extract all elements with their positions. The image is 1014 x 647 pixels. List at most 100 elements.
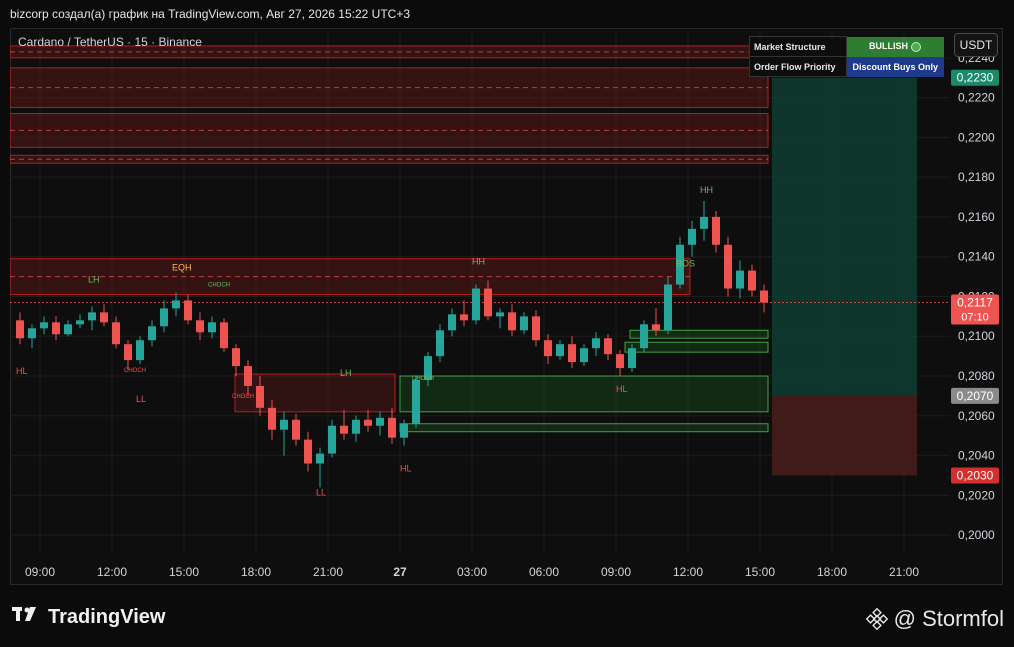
tradingview-mark-icon	[12, 606, 42, 629]
chart-header: bizcorp создал(а) график на TradingView.…	[10, 7, 411, 21]
candle-body	[124, 344, 132, 361]
candle-body	[484, 288, 492, 317]
candle-body	[100, 312, 108, 323]
candle-body	[748, 270, 756, 291]
candle-body	[592, 338, 600, 349]
author-watermark: @ Stormfol	[865, 606, 1004, 632]
candle-body	[688, 228, 696, 245]
x-tick-label: 09:00	[601, 565, 631, 579]
status-dot-icon	[911, 41, 921, 52]
candle-body	[628, 348, 636, 369]
candle-body	[508, 312, 516, 331]
candle-body	[208, 322, 216, 333]
candle-body	[724, 244, 732, 289]
demand-zone	[399, 375, 769, 413]
candle-body	[160, 308, 168, 327]
y-tick-label: 0,2020	[958, 488, 995, 502]
y-tick-label: 0,2040	[958, 449, 995, 463]
structure-label: HL	[616, 384, 628, 394]
candle-body	[232, 348, 240, 367]
candle-body	[16, 320, 24, 339]
candle-body	[184, 300, 192, 321]
x-tick-label: 12:00	[673, 565, 703, 579]
candle-body	[220, 322, 228, 349]
x-tick-label: 09:00	[25, 565, 55, 579]
candle-body	[640, 324, 648, 349]
y-tick-label: 0,2160	[958, 210, 995, 224]
candle-body	[40, 322, 48, 329]
candle-body	[292, 419, 300, 440]
candle-body	[136, 340, 144, 361]
candle-body	[580, 348, 588, 363]
order-flow-value: Discount Buys Only	[846, 56, 944, 77]
market-structure-value: BULLISH	[846, 36, 944, 57]
structure-label: EQH	[172, 263, 192, 273]
candle-body	[412, 379, 420, 424]
candle-body	[448, 314, 456, 331]
x-tick-label: 18:00	[817, 565, 847, 579]
binance-icon	[865, 608, 888, 630]
structure-label: LL	[316, 487, 326, 497]
x-tick-label: 21:00	[889, 565, 919, 579]
chart-canvas[interactable]: HL LH EQH CHOCH CHOCH LL CHOCH LH LL CHOCH HL HH HL H…	[10, 28, 1003, 585]
x-tick-label: 18:00	[241, 565, 271, 579]
candle-body	[664, 284, 672, 331]
candle-body	[112, 322, 120, 345]
symbol-label[interactable]: Cardano / TetherUS · 15 · Binance	[18, 35, 202, 49]
x-tick-label: 21:00	[313, 565, 343, 579]
y-tick-label: 0,2200	[958, 130, 995, 144]
demand-zone	[629, 329, 769, 339]
candle-body	[568, 344, 576, 363]
y-tick-label: 0,2220	[958, 91, 995, 105]
candle-body	[544, 340, 552, 357]
candle-body	[316, 453, 324, 464]
structure-label: HL	[400, 463, 412, 473]
candle-body	[736, 270, 744, 289]
candle-body	[364, 419, 372, 426]
candle-body	[352, 419, 360, 434]
candle-body	[436, 330, 444, 357]
candle-body	[652, 324, 660, 331]
demand-zone	[399, 423, 769, 433]
candle-body	[532, 316, 540, 341]
y-tick-label: 0,2180	[958, 170, 995, 184]
y-tick-label: 0,2080	[958, 369, 995, 383]
structure-label: CHOCH	[124, 368, 146, 374]
structure-label: BOS	[676, 259, 695, 269]
candle-body	[700, 216, 708, 229]
currency-button[interactable]: USDT	[954, 33, 998, 57]
candle-body	[76, 320, 84, 325]
entry-price-tag: 0,2070	[957, 389, 994, 403]
structure-label: LH	[340, 368, 352, 378]
x-tick-label: 12:00	[97, 565, 127, 579]
tradingview-brand: TradingView	[48, 606, 166, 628]
candle-body	[256, 385, 264, 408]
tradingview-logo[interactable]: TradingView	[12, 606, 165, 629]
candle-body	[280, 419, 288, 430]
x-tick-label: 27	[393, 565, 407, 579]
candle-body	[712, 216, 720, 245]
candle-body	[400, 423, 408, 438]
candle-body	[328, 425, 336, 454]
candle-body	[244, 366, 252, 386]
structure-label: LL	[136, 394, 146, 404]
x-tick-label: 15:00	[169, 565, 199, 579]
structure-label: HL	[16, 366, 28, 376]
x-tick-label: 06:00	[529, 565, 559, 579]
structure-label: CHOCH	[412, 376, 434, 382]
candle-body	[196, 320, 204, 333]
author-name: @ Stormfol	[893, 606, 1004, 631]
structure-label: HH	[472, 257, 485, 267]
candle-body	[340, 425, 348, 434]
structure-label: CHOCH	[232, 394, 254, 400]
market-structure-label: Market Structure	[749, 36, 847, 57]
candle-body	[268, 407, 276, 430]
structure-label: CHOCH	[208, 283, 230, 289]
target-zone	[772, 77, 917, 396]
candle-body	[172, 300, 180, 309]
y-tick-label: 0,2060	[958, 409, 995, 423]
candle-body	[52, 322, 60, 335]
y-tick-label: 0,2000	[958, 528, 995, 542]
candle-body	[388, 417, 396, 438]
candle-body	[88, 312, 96, 321]
